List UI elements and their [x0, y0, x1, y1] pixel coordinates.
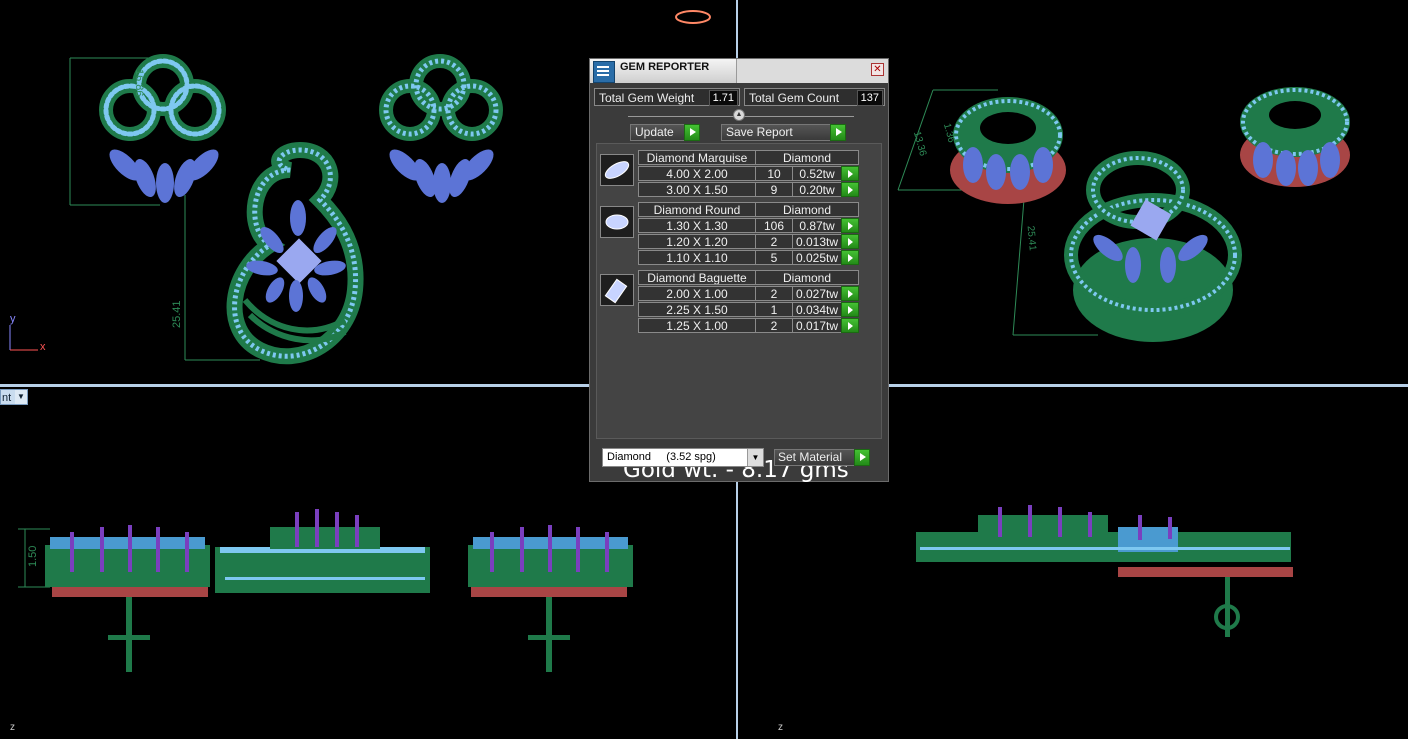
gem-weight: 0.025tw: [792, 250, 842, 265]
gem-count: 106: [755, 218, 793, 233]
gem-reporter-panel: GEM REPORTER ✕ Total Gem Weight 1.71 Tot…: [589, 58, 889, 483]
earring-right-perspective: [1240, 87, 1350, 187]
panel-titlebar[interactable]: GEM REPORTER ✕: [590, 59, 888, 83]
select-gem-button[interactable]: [841, 250, 859, 265]
chevron-down-icon[interactable]: ▼: [15, 390, 27, 404]
gem-shape-header: Diamond Marquise: [638, 150, 756, 165]
earring-left-perspective: [950, 97, 1066, 204]
gem-reporter-logo-icon: [593, 61, 615, 83]
gem-weight: 0.52tw: [792, 166, 842, 181]
jewelry-side: [916, 505, 1293, 637]
material-select[interactable]: Diamond (3.52 spg) ▼: [602, 448, 764, 467]
gem-count: 2: [755, 318, 793, 333]
view-selector[interactable]: nt ▼: [0, 389, 28, 405]
gem-size: 1.10 X 1.10: [638, 250, 756, 265]
update-button[interactable]: Update: [630, 124, 700, 141]
gem-count: 2: [755, 286, 793, 301]
earring-right-top: [379, 54, 503, 203]
total-gem-count-value: 137: [856, 90, 883, 106]
total-gem-weight-value: 1.71: [708, 90, 738, 106]
slider-knob[interactable]: ▲: [733, 109, 745, 121]
gem-weight: 0.027tw: [792, 286, 842, 301]
close-icon[interactable]: ✕: [871, 63, 884, 76]
set-material-button-label: Set Material: [778, 450, 843, 464]
gem-count: 1: [755, 302, 793, 317]
select-gem-button[interactable]: [841, 234, 859, 249]
dim-height-label: 1.50: [27, 546, 39, 567]
gem-size: 3.00 X 1.50: [638, 182, 756, 197]
gem-weight: 0.017tw: [792, 318, 842, 333]
round-gem-icon[interactable]: [600, 206, 634, 238]
pendant-front: [215, 509, 430, 593]
gem-material-header: Diamond: [755, 202, 859, 217]
ring-marker-icon: [675, 10, 711, 24]
gem-weight: 0.20tw: [792, 182, 842, 197]
pendant-top: [226, 141, 364, 365]
gem-weight: 0.034tw: [792, 302, 842, 317]
total-gem-weight: Total Gem Weight 1.71: [594, 88, 740, 106]
gem-material-header: Diamond: [755, 150, 859, 165]
select-gem-button[interactable]: [841, 218, 859, 233]
dim-width-label: 25.41: [1025, 225, 1038, 251]
gem-size: 2.00 X 1.00: [638, 286, 756, 301]
total-gem-count: Total Gem Count 137: [744, 88, 885, 106]
select-gem-button[interactable]: [841, 302, 859, 317]
axis-z-label: z: [10, 722, 15, 733]
gem-size: 1.20 X 1.20: [638, 234, 756, 249]
select-gem-button[interactable]: [841, 166, 859, 181]
axis-indicator: [9, 325, 38, 351]
select-gem-button[interactable]: [841, 182, 859, 197]
gem-count: 5: [755, 250, 793, 265]
pendant-perspective: [1064, 151, 1242, 342]
set-material-button[interactable]: Set Material: [774, 449, 870, 466]
gem-material-header: Diamond: [755, 270, 859, 285]
dim-small-label: 1.36: [941, 122, 957, 144]
gem-size: 1.30 X 1.30: [638, 218, 756, 233]
update-button-label: Update: [635, 125, 674, 139]
save-report-button-label: Save Report: [726, 125, 793, 139]
baguette-gem-icon[interactable]: [600, 274, 634, 306]
marquise-gem-icon[interactable]: [600, 154, 634, 186]
total-gem-weight-label: Total Gem Weight: [599, 91, 695, 105]
view-label-text: nt: [2, 392, 12, 404]
play-arrow-icon: [684, 124, 700, 141]
save-report-button[interactable]: Save Report: [721, 124, 846, 141]
gem-count: 9: [755, 182, 793, 197]
play-arrow-icon: [830, 124, 846, 141]
chevron-down-icon[interactable]: ▼: [747, 449, 763, 466]
select-gem-button[interactable]: [841, 318, 859, 333]
gem-weight: 0.013tw: [792, 234, 842, 249]
material-select-value: Diamond (3.52 spg): [607, 451, 716, 463]
dim-width-label: 25.41: [171, 300, 183, 328]
panel-title: GEM REPORTER: [620, 61, 710, 73]
earring-right-front: [468, 525, 633, 672]
total-gem-count-label: Total Gem Count: [749, 91, 840, 105]
gem-shape-header: Diamond Round: [638, 202, 756, 217]
gem-size: 4.00 X 2.00: [638, 166, 756, 181]
gem-count: 10: [755, 166, 793, 181]
earring-left-top: [99, 54, 226, 203]
select-gem-button[interactable]: [841, 286, 859, 301]
dim-height-label: 16.86: [133, 69, 145, 97]
gem-count: 2: [755, 234, 793, 249]
axis-x-label: x: [40, 341, 46, 353]
axis-z-label: z: [778, 722, 783, 733]
axis-y-label: y: [10, 313, 16, 325]
gem-size: 2.25 X 1.50: [638, 302, 756, 317]
gem-list: Diamond Marquise Diamond 4.00 X 2.00 10 …: [596, 143, 882, 483]
gem-size: 1.25 X 1.00: [638, 318, 756, 333]
play-arrow-icon: [854, 449, 870, 466]
gem-shape-header: Diamond Baguette: [638, 270, 756, 285]
gem-weight: 0.87tw: [792, 218, 842, 233]
earring-left-front: [45, 525, 210, 672]
